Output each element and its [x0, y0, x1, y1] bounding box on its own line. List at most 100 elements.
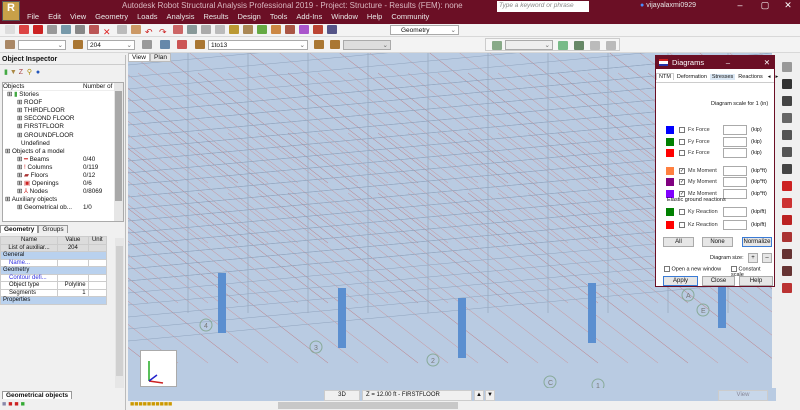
calculator-icon[interactable]	[173, 25, 183, 34]
menu-loads[interactable]: Loads	[137, 12, 157, 21]
bar-selection-combo[interactable]: 204	[87, 40, 135, 50]
tree-item[interactable]: ⊞ SECOND FLOOR	[3, 115, 123, 123]
sort-icon[interactable]: Z	[19, 69, 23, 76]
color-swatch[interactable]	[666, 208, 674, 217]
undo-icon[interactable]: ↶	[145, 28, 155, 37]
tab-reactions[interactable]: Reactions	[736, 74, 764, 80]
dialog-titlebar[interactable]: Diagrams ✕ –	[656, 56, 774, 69]
contour-label[interactable]: Contour defi...	[0, 273, 59, 282]
expand-icon[interactable]: ⊞	[5, 148, 10, 155]
expand-icon[interactable]: ⊞	[17, 107, 22, 114]
scale-input[interactable]	[723, 148, 747, 159]
export-icon[interactable]	[61, 25, 71, 34]
menu-community[interactable]: Community	[391, 12, 429, 21]
solid-tool-icon[interactable]	[782, 164, 792, 174]
tree-item[interactable]: ⊞ ROOF	[3, 99, 123, 107]
expand-icon[interactable]: ⊞	[17, 188, 22, 195]
wall-tool-icon[interactable]	[782, 130, 792, 140]
filter-icon[interactable]	[142, 40, 152, 49]
grid-scrollbar[interactable]	[115, 238, 124, 388]
color-swatch[interactable]	[666, 221, 674, 229]
menu-geometry[interactable]: Geometry	[95, 12, 128, 21]
bar-tool-icon[interactable]	[782, 79, 792, 89]
constant-scale-checkbox[interactable]	[731, 266, 737, 272]
selection-combo[interactable]	[18, 40, 66, 50]
size-plus-button[interactable]: +	[748, 253, 758, 263]
scale-input[interactable]	[723, 220, 747, 230]
dialog-minimize-button[interactable]: –	[726, 56, 730, 69]
open-icon[interactable]	[19, 25, 29, 34]
release-tool-icon[interactable]	[782, 198, 792, 208]
cable-tool-icon[interactable]	[782, 266, 792, 276]
expand-icon[interactable]: ⊞	[17, 99, 22, 106]
scale-input[interactable]	[723, 125, 747, 136]
expand-icon[interactable]: ⊞	[17, 164, 22, 171]
map-settings-icon[interactable]	[574, 41, 584, 50]
case-combo[interactable]: 1to13	[208, 40, 308, 50]
help-icon[interactable]: ●	[36, 69, 40, 76]
case-selector-icon[interactable]	[195, 40, 205, 49]
minimize-button[interactable]: –	[730, 0, 750, 10]
close-button[interactable]: ✕	[778, 0, 798, 11]
menu-edit[interactable]: Edit	[48, 12, 61, 21]
menu-design[interactable]: Design	[237, 12, 260, 21]
panel-tool-icon[interactable]	[782, 113, 792, 123]
color-swatch[interactable]	[666, 149, 674, 158]
column[interactable]	[218, 273, 226, 333]
close-dialog-button[interactable]: Close	[702, 276, 735, 286]
menu-analysis[interactable]: Analysis	[167, 12, 195, 21]
user-account[interactable]: ● vijayalaxmi0929	[640, 2, 696, 9]
map-icon[interactable]: ■	[21, 401, 25, 408]
tree-item[interactable]: ⊞ ━ Beams 0/40	[3, 156, 123, 164]
tab-ntm[interactable]: NTM	[656, 73, 674, 80]
zoom-icon[interactable]	[215, 25, 225, 34]
tab-scroll-left[interactable]: ◂	[766, 74, 773, 80]
scale-input[interactable]	[723, 177, 747, 188]
column[interactable]	[338, 288, 346, 348]
app-logo[interactable]: R	[2, 1, 20, 21]
previous-case-icon[interactable]	[314, 40, 324, 49]
section-properties[interactable]: Properties	[0, 296, 107, 305]
display-icon[interactable]: ■■■■■■■■■■	[130, 401, 172, 408]
tab-stresses[interactable]: Stresses	[709, 74, 736, 80]
scale-input[interactable]	[723, 165, 747, 176]
table-icon[interactable]	[187, 25, 197, 34]
menu-addins[interactable]: Add-Ins	[296, 12, 322, 21]
level-down-button[interactable]: ▼	[485, 390, 495, 401]
redo-icon[interactable]: ↷	[159, 28, 169, 37]
column[interactable]	[588, 283, 596, 343]
diagram-checkbox[interactable]	[679, 138, 685, 145]
diagram-checkbox[interactable]	[679, 150, 685, 157]
search-icon[interactable]: ⚲	[27, 69, 32, 76]
tab-plan[interactable]: Plan	[149, 53, 171, 62]
support-tool-icon[interactable]	[782, 232, 792, 242]
color-swatch[interactable]	[666, 126, 674, 135]
red-flag-icon[interactable]: ■	[8, 401, 12, 408]
color-swatch[interactable]	[666, 178, 674, 187]
open-new-window-option[interactable]: Open a new window	[664, 266, 721, 272]
section-tool-icon[interactable]	[782, 181, 792, 191]
name-value[interactable]	[57, 258, 89, 267]
all-button[interactable]: All	[663, 237, 694, 247]
menu-file[interactable]: File	[27, 12, 39, 21]
diagram-checkbox[interactable]: ✓	[679, 179, 685, 186]
tree-item[interactable]: ⊞ Auxiliary objects	[3, 196, 123, 204]
expand-icon[interactable]: ⊞	[17, 156, 22, 163]
name-label[interactable]: Name...	[0, 258, 59, 267]
expand-icon[interactable]: ⊞	[17, 204, 22, 211]
view-icon[interactable]	[160, 40, 170, 49]
list-value[interactable]: 204	[57, 243, 89, 252]
copy-icon[interactable]	[117, 25, 127, 34]
column-tool-icon[interactable]	[782, 96, 792, 106]
tree-item[interactable]: ⊞ ! Columns 0/119	[3, 164, 123, 172]
tab-scroll-right[interactable]: ▸	[774, 74, 781, 80]
tab-groups[interactable]: Groups	[38, 225, 68, 233]
dialog-close-button[interactable]: ✕	[764, 56, 770, 69]
color-swatch[interactable]	[666, 137, 674, 146]
map-combo[interactable]	[505, 40, 553, 50]
view-mode[interactable]: 3D	[324, 390, 360, 401]
objtype-value[interactable]: Polyline	[57, 281, 89, 290]
column[interactable]	[458, 298, 466, 358]
segments-value[interactable]: 1	[57, 288, 89, 297]
diagram-checkbox[interactable]	[679, 127, 685, 134]
